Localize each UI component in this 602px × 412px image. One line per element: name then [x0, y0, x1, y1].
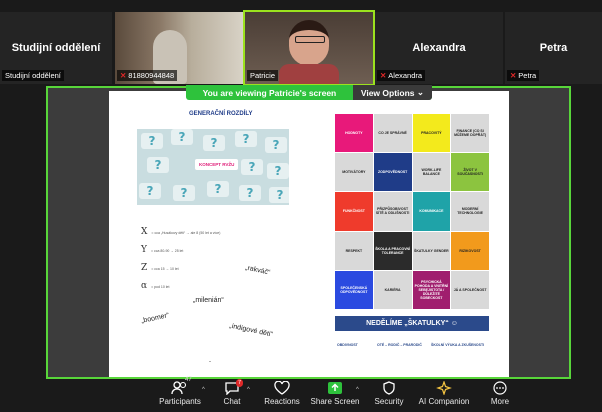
grid-cell: PŘIZPŮSOBIVOST SÍTĚ A ODLIŠNOSTI — [373, 192, 412, 231]
grid-cell: ŠKOLA A PRACOVNÍ TOLERANCE — [373, 231, 412, 270]
participants-count: 47 — [185, 377, 192, 383]
question-bubble-icon: ? — [239, 185, 261, 201]
share-screen-icon — [327, 379, 343, 397]
grid-cell: ZODPOVĚDNOST — [373, 153, 412, 192]
concept-label: KONCEPT RVŽU — [195, 159, 239, 170]
quote-indigove: „indigové děti“ — [228, 322, 274, 339]
chevron-down-icon: ⌄ — [416, 87, 424, 97]
quote-rakvac: „rakváč“ — [244, 264, 271, 277]
participant-tile-patricie[interactable]: Patricie — [243, 10, 375, 86]
question-bubble-icon: ? — [147, 157, 169, 173]
generation-x: X = cca „Husákovy děti“ → ale 8 (50 let a… — [141, 227, 221, 237]
grid-cell: RESPEKT — [335, 231, 373, 270]
question-bubble-icon: ? — [241, 159, 263, 175]
participant-tag: ✕ Petra — [507, 70, 540, 81]
grid-cell: CO JE SPRÁVNÉ — [373, 114, 412, 153]
bottom-item: ŠKOLNÍ VÝUKA A ZKUŠENOSTI — [431, 343, 485, 347]
participant-tile-studijni[interactable]: Studijní oddělení Studijní oddělení — [0, 12, 112, 84]
question-bubble-icon: ? — [235, 131, 257, 147]
grid-cell: SPOLEČENSKÁ ODPOVĚDNOST — [335, 270, 373, 309]
chat-button[interactable]: 7 Chat — [218, 379, 246, 412]
participant-tile-phone[interactable]: ✕ 81880944848 — [115, 12, 243, 84]
participant-name: Petra — [539, 42, 568, 54]
participant-name: Alexandra — [412, 42, 466, 54]
generation-z: Z = cca 15 → 10 let — [141, 263, 179, 273]
participants-icon: 47 — [171, 377, 192, 397]
grid-cell: PRACOVITÝ — [412, 114, 451, 153]
chevron-up-icon[interactable]: ^ — [356, 387, 359, 393]
ai-companion-button[interactable]: AI Companion — [419, 379, 469, 412]
question-bubble-icon: ? — [207, 181, 229, 197]
participants-button[interactable]: 47 Participants — [159, 377, 201, 412]
shared-screen[interactable]: GENERAČNÍ ROZDÍLY ? ? ? ? ? ? ? ? ? ? ? … — [46, 86, 571, 379]
muted-mic-icon: ✕ — [380, 71, 387, 80]
participant-tag: Patricie — [247, 70, 279, 81]
question-bubble-icon: ? — [141, 133, 163, 149]
more-icon — [492, 379, 508, 397]
question-bubble-icon: ? — [171, 129, 193, 145]
chat-icon: 7 — [224, 379, 244, 397]
question-bubble-icon: ? — [139, 183, 161, 199]
participant-tile-petra[interactable]: Petra ✕ Petra — [505, 12, 602, 84]
security-button[interactable]: Security — [372, 379, 406, 412]
grid-cell: RIZIKOVOST — [451, 231, 489, 270]
grid-cell: JÁ A SPOLEČNOST — [451, 270, 489, 309]
grid-cell: ŠKATULKY GENDER — [412, 231, 451, 270]
quote-milenian: „milenián“ — [193, 297, 224, 304]
grid-cell: FINANCE (CO SI MŮŽEME DOPŘÁT) — [451, 114, 489, 153]
muted-mic-icon: ✕ — [120, 71, 127, 80]
generation-alpha: α = pod 10 let — [141, 281, 170, 291]
meeting-toolbar: 47 Participants ^ 7 Chat ^ Reactions Sha… — [0, 377, 602, 412]
muted-mic-icon: ✕ — [510, 71, 517, 80]
more-button[interactable]: More — [486, 379, 514, 412]
grid-cell: PSYCHICKÁ POHODA A VNITŘNÍ SEBEJISTOTA /… — [412, 270, 451, 309]
question-bubble-icon: ? — [269, 187, 289, 203]
shield-icon — [382, 379, 396, 397]
chevron-up-icon[interactable]: ^ — [247, 387, 250, 393]
participant-name: Studijní oddělení — [11, 42, 101, 54]
question-bubble-icon: ? — [203, 135, 225, 151]
person-head — [289, 20, 329, 66]
chevron-up-icon[interactable]: ^ — [202, 387, 205, 393]
chat-badge: 7 — [236, 379, 244, 387]
grid-cell: MOTIVÁTORY — [335, 153, 373, 192]
glasses-icon — [295, 36, 325, 43]
participant-strip: Studijní oddělení Studijní oddělení ✕ 818… — [0, 0, 602, 86]
heart-icon — [274, 379, 290, 397]
participant-tag: ✕ Alexandra — [377, 70, 426, 81]
grid-cell: MODERNÍ TECHNOLOGIE — [451, 192, 489, 231]
grid-cell: HODNOTY — [335, 114, 373, 153]
grid-cell: FUNKČNOST — [335, 192, 373, 231]
bottom-item: OBDIVNOST — [337, 343, 358, 347]
participant-tag: Studijní oddělení — [2, 70, 64, 81]
bottom-item: OTÉ – RODIČ – PRARODIČ — [377, 343, 422, 347]
share-screen-button[interactable]: Share Screen — [311, 379, 359, 412]
person-body — [279, 64, 339, 84]
generation-y: Y = cca 80-90 → 25 let — [141, 245, 184, 255]
question-bubble-icon: ? — [173, 185, 195, 201]
view-options-button[interactable]: View Options ⌄ — [352, 85, 432, 100]
reactions-button[interactable]: Reactions — [264, 379, 300, 412]
participant-tag: ✕ 81880944848 — [117, 70, 178, 81]
presentation-slide: GENERAČNÍ ROZDÍLY ? ? ? ? ? ? ? ? ? ? ? … — [109, 91, 509, 377]
grid-cell: KARIÉRA — [373, 270, 412, 309]
slide-dash: - — [209, 359, 211, 365]
slide-title: GENERAČNÍ ROZDÍLY — [189, 111, 253, 117]
participant-tile-alexandra[interactable]: Alexandra ✕ Alexandra — [375, 12, 503, 84]
sparkle-icon — [436, 379, 452, 397]
grid-cell: ŽIVOT V SOUČASNOSTI — [451, 153, 489, 192]
question-marks-image: ? ? ? ? ? ? ? ? ? ? ? ? ? KONCEPT RVŽU — [137, 129, 289, 205]
grid-cell: WORK-LIFE BALANCE — [412, 153, 451, 192]
question-bubble-icon: ? — [267, 163, 289, 179]
grid-cell: KOMUNIKACE — [412, 192, 451, 231]
viewing-banner: You are viewing Patricie's screen View O… — [186, 85, 432, 100]
question-bubble-icon: ? — [265, 137, 287, 153]
viewing-text: You are viewing Patricie's screen — [202, 87, 337, 98]
nedelime-banner: NEDĚLÍME „ŠKATULKY“ ☺ — [335, 316, 489, 331]
values-grid: HODNOTY CO JE SPRÁVNÉ PRACOVITÝ FINANCE … — [335, 114, 489, 309]
quote-boomer: „boomer“ — [140, 312, 170, 325]
